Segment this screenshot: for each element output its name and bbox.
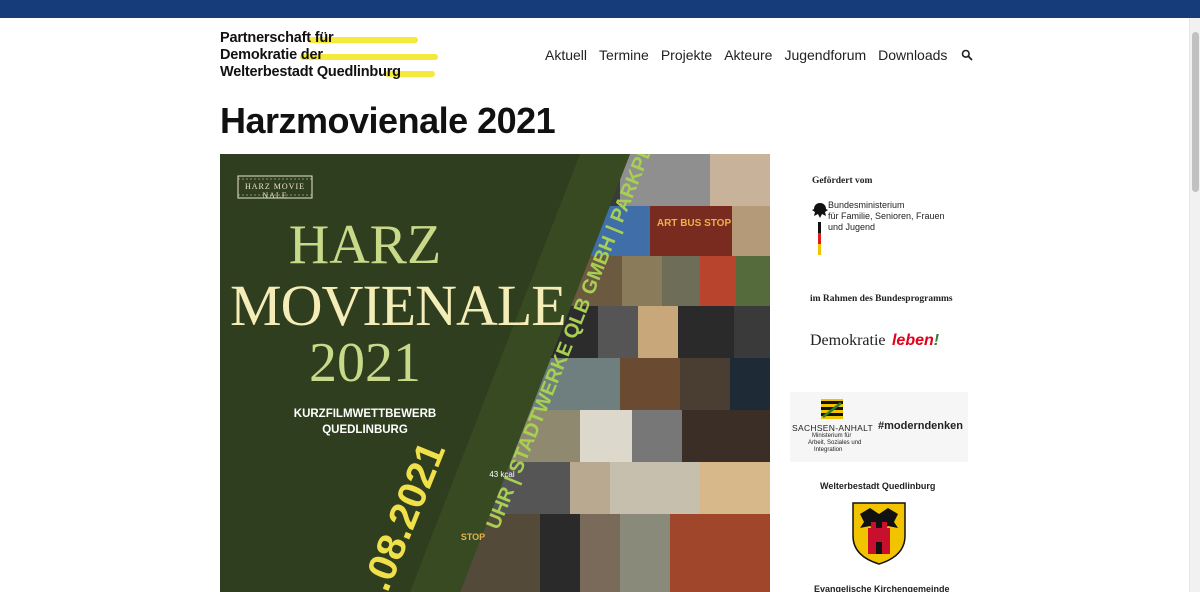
page-title: Harzmovienale 2021 [220, 100, 556, 141]
poster-subtitle-2: QUEDLINBURG [322, 424, 408, 436]
ministerium-line-3: Integration [814, 447, 843, 453]
city-coat-of-arms-icon [852, 502, 906, 565]
welterbe-label: Welterbestadt Quedlinburg [820, 481, 936, 491]
demokratie-text: Demokratie [810, 332, 886, 349]
hashtag-text: #moderndenken [878, 420, 963, 432]
logo-line-2: Demokratie der [220, 47, 323, 63]
poster-title-year: 2021 [309, 332, 421, 394]
poster-title-line-1: HARZ [288, 214, 442, 276]
sachsen-anhalt-logo[interactable]: SACHSEN-ANHALT Ministerium für Arbeit, S… [790, 392, 968, 462]
poster-kcal: 43 kcal [489, 470, 515, 479]
ministerium-line-1: Ministerium für [812, 433, 852, 439]
poster-title-line-2: MOVIENALE [230, 273, 567, 338]
ministry-line-3: und Jugend [828, 222, 876, 232]
ministerium-line-2: Arbeit, Soziales und [808, 440, 862, 446]
top-bar [0, 0, 1200, 18]
logo-line-3: Welterbestadt Quedlinburg [220, 64, 401, 80]
scrollbar[interactable] [1189, 18, 1200, 592]
nav-item-projekte[interactable]: Projekte [661, 47, 712, 63]
main-nav: Aktuell Termine Projekte Akteure Jugendf… [545, 47, 975, 63]
poster-art-bus-stop: ART BUS STOP [656, 218, 732, 229]
nav-item-akteure[interactable]: Akteure [724, 47, 772, 63]
logo-line-1: Partnerschaft für [220, 30, 334, 46]
quedlinburg-coat-of-arms[interactable] [850, 500, 908, 566]
poster-stop: STOP [460, 532, 486, 542]
bmfsfj-logo[interactable]: Bundesministerium für Familie, Senioren,… [810, 200, 970, 256]
demokratie-leben-logo[interactable]: Demokratie leben! [810, 332, 939, 350]
site-logo[interactable]: Partnerschaft für Demokratie der Welterb… [220, 28, 440, 82]
poster-logo-text: HARZ MOVIE NALE [245, 182, 305, 200]
leben-mark: ! [933, 332, 940, 349]
nav-item-downloads[interactable]: Downloads [878, 47, 947, 63]
ministry-line-1: Bundesministerium [828, 200, 905, 210]
nav-item-aktuell[interactable]: Aktuell [545, 47, 587, 63]
nav-item-jugendforum[interactable]: Jugendforum [784, 47, 866, 63]
poster-subtitle-1: KURZFILMWETTBEWERB [293, 408, 437, 420]
search-icon[interactable] [961, 48, 975, 62]
federal-eagle-icon [812, 203, 828, 255]
nav-item-termine[interactable]: Termine [599, 47, 649, 63]
church-label: Evangelische Kirchengemeinde [814, 584, 950, 592]
ministry-line-2: für Familie, Senioren, Frauen [828, 211, 945, 221]
leben-text: leben [891, 332, 934, 349]
program-label: im Rahmen des Bundesprogramms [810, 294, 953, 304]
state-coat-of-arms-icon [821, 399, 843, 419]
funded-by-label: Gefördert vom [812, 176, 873, 186]
poster-image: HARZ MOVIE NALE HARZ MOVIENALE 2021 KURZ… [220, 154, 770, 592]
scrollbar-thumb[interactable] [1192, 32, 1199, 192]
